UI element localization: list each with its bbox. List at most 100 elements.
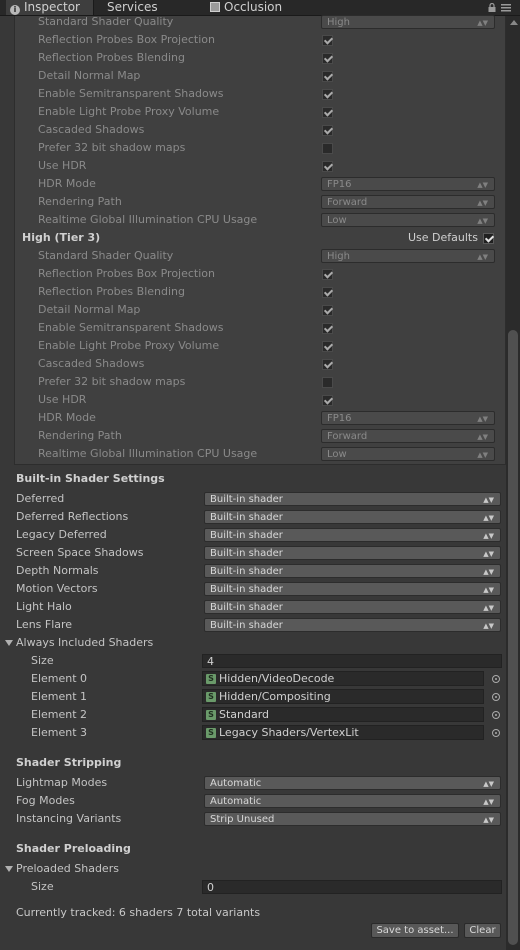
t3-cascaded-shadows-checkbox[interactable] [322, 359, 333, 370]
occlusion-icon [210, 2, 220, 12]
t3-reflection-box-projection-checkbox[interactable] [322, 269, 333, 280]
t3-realtime-gi-cpu-label: Realtime Global Illumination CPU Usage [38, 447, 258, 460]
builtin-legacy-deferred-dropdown[interactable]: Built-in shader ▲▼ [204, 528, 501, 542]
t3-semitransparent-shadows-checkbox[interactable] [322, 323, 333, 334]
scroll-up-arrow-icon[interactable] [510, 20, 518, 25]
t2-rendering-path-label: Rendering Path [38, 195, 122, 208]
element-0-value: Hidden/VideoDecode [219, 672, 335, 685]
t2-reflection-box-projection-label: Reflection Probes Box Projection [38, 33, 215, 46]
t3-standard-shader-quality-value: High [327, 251, 350, 262]
builtin-lens-flare-value: Built-in shader [210, 620, 283, 631]
tab-occlusion-label: Occlusion [224, 0, 283, 14]
always-included-size-label: Size [31, 654, 54, 667]
object-picker-icon[interactable] [492, 693, 500, 701]
t2-prefer-32bit-shadow-checkbox[interactable] [322, 143, 333, 154]
lightmap-modes-dropdown[interactable]: Automatic ▲▼ [204, 776, 501, 790]
stripping-row-label: Instancing Variants [16, 812, 122, 825]
scrollbar-thumb[interactable] [508, 330, 518, 945]
builtin-deferred-reflections-dropdown[interactable]: Built-in shader ▲▼ [204, 510, 501, 524]
always-included-shaders-label[interactable]: Always Included Shaders [16, 634, 153, 652]
builtin-legacy-deferred-value: Built-in shader [210, 530, 283, 541]
t3-prefer-32bit-shadow-checkbox[interactable] [322, 377, 333, 388]
preloaded-size-label: Size [31, 880, 54, 893]
element-label: Element 1 [31, 690, 88, 703]
dropdown-arrow-icon: ▲▼ [477, 253, 488, 261]
builtin-screen-space-shadows-dropdown[interactable]: Built-in shader ▲▼ [204, 546, 501, 560]
builtin-deferred-reflections-value: Built-in shader [210, 512, 283, 523]
object-picker-icon[interactable] [492, 729, 500, 737]
dropdown-arrow-icon: ▲▼ [483, 550, 494, 558]
dropdown-arrow-icon: ▲▼ [477, 415, 488, 423]
builtin-row-label: Lens Flare [16, 618, 73, 631]
t3-reflection-blending-label: Reflection Probes Blending [38, 285, 185, 298]
t2-hdr-mode-label: HDR Mode [38, 177, 96, 190]
builtin-depth-normals-dropdown[interactable]: Built-in shader ▲▼ [204, 564, 501, 578]
element-3-object-field[interactable]: S Legacy Shaders/VertexLit [202, 725, 484, 740]
t3-hdr-mode-dropdown[interactable]: FP16 ▲▼ [321, 411, 495, 425]
t2-reflection-box-projection-checkbox[interactable] [322, 35, 333, 46]
preloaded-shaders-label[interactable]: Preloaded Shaders [16, 860, 119, 878]
t2-standard-shader-quality-dropdown[interactable]: High ▲▼ [321, 15, 495, 29]
preloaded-size-field[interactable]: 0 [202, 880, 502, 894]
shader-icon: S [206, 692, 216, 702]
t2-reflection-blending-label: Reflection Probes Blending [38, 51, 185, 64]
instancing-variants-dropdown[interactable]: Strip Unused ▲▼ [204, 812, 501, 826]
save-to-asset-button[interactable]: Save to asset... [371, 923, 459, 938]
use-defaults-checkbox[interactable] [483, 233, 494, 244]
t2-detail-normal-map-label: Detail Normal Map [38, 69, 141, 82]
t2-light-probe-proxy-checkbox[interactable] [322, 107, 333, 118]
t3-reflection-box-projection-label: Reflection Probes Box Projection [38, 267, 215, 280]
builtin-light-halo-dropdown[interactable]: Built-in shader ▲▼ [204, 600, 501, 614]
dropdown-arrow-icon: ▲▼ [477, 199, 488, 207]
t2-semitransparent-shadows-checkbox[interactable] [322, 89, 333, 100]
tier3-title: High (Tier 3) [22, 231, 101, 244]
dropdown-arrow-icon: ▲▼ [483, 622, 494, 630]
t2-hdr-mode-dropdown[interactable]: FP16 ▲▼ [321, 177, 495, 191]
element-3-value: Legacy Shaders/VertexLit [219, 726, 359, 739]
object-picker-icon[interactable] [492, 711, 500, 719]
builtin-motion-vectors-value: Built-in shader [210, 584, 283, 595]
shader-preloading-title: Shader Preloading [16, 842, 131, 855]
builtin-deferred-value: Built-in shader [210, 494, 283, 505]
t3-realtime-gi-cpu-dropdown[interactable]: Low ▲▼ [321, 447, 495, 461]
always-included-foldout-arrow-icon[interactable] [5, 640, 13, 646]
t2-use-hdr-label: Use HDR [38, 159, 87, 172]
t3-hdr-mode-label: HDR Mode [38, 411, 96, 424]
t2-detail-normal-map-checkbox[interactable] [322, 71, 333, 82]
lock-icon[interactable] [488, 3, 496, 12]
t3-light-probe-proxy-checkbox[interactable] [322, 341, 333, 352]
t2-reflection-blending-checkbox[interactable] [322, 53, 333, 64]
fog-modes-dropdown[interactable]: Automatic ▲▼ [204, 794, 501, 808]
t2-realtime-gi-cpu-dropdown[interactable]: Low ▲▼ [321, 213, 495, 227]
tab-occlusion[interactable]: Occlusion [206, 0, 306, 15]
t3-rendering-path-label: Rendering Path [38, 429, 122, 442]
t2-hdr-mode-value: FP16 [327, 179, 352, 190]
element-0-object-field[interactable]: S Hidden/VideoDecode [202, 671, 484, 686]
dropdown-arrow-icon: ▲▼ [477, 433, 488, 441]
t2-cascaded-shadows-checkbox[interactable] [322, 125, 333, 136]
builtin-lens-flare-dropdown[interactable]: Built-in shader ▲▼ [204, 618, 501, 632]
t3-cascaded-shadows-label: Cascaded Shadows [38, 357, 145, 370]
preloaded-shaders-foldout-arrow-icon[interactable] [5, 866, 13, 872]
panel-menu-icon[interactable] [501, 4, 511, 12]
builtin-motion-vectors-dropdown[interactable]: Built-in shader ▲▼ [204, 582, 501, 596]
t3-standard-shader-quality-dropdown[interactable]: High ▲▼ [321, 249, 495, 263]
element-2-object-field[interactable]: S Standard [202, 707, 484, 722]
shader-icon: S [206, 728, 216, 738]
t3-use-hdr-checkbox[interactable] [322, 395, 333, 406]
builtin-depth-normals-value: Built-in shader [210, 566, 283, 577]
element-1-object-field[interactable]: S Hidden/Compositing [202, 689, 484, 704]
t3-detail-normal-map-checkbox[interactable] [322, 305, 333, 316]
t2-rendering-path-dropdown[interactable]: Forward ▲▼ [321, 195, 495, 209]
t3-use-hdr-label: Use HDR [38, 393, 87, 406]
always-included-size-field[interactable]: 4 [202, 654, 502, 668]
t3-rendering-path-value: Forward [327, 431, 368, 442]
clear-button[interactable]: Clear [464, 923, 501, 938]
object-picker-icon[interactable] [492, 675, 500, 683]
t2-use-hdr-checkbox[interactable] [322, 161, 333, 172]
t3-reflection-blending-checkbox[interactable] [322, 287, 333, 298]
t3-rendering-path-dropdown[interactable]: Forward ▲▼ [321, 429, 495, 443]
shader-stripping-title: Shader Stripping [16, 756, 122, 769]
shader-icon: S [206, 674, 216, 684]
builtin-deferred-dropdown[interactable]: Built-in shader ▲▼ [204, 492, 501, 506]
